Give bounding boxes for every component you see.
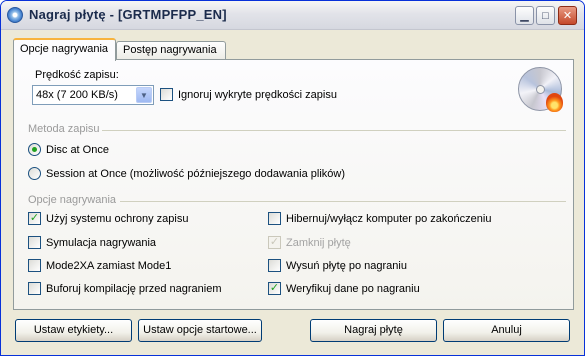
close-button[interactable]: ✕ xyxy=(558,6,577,25)
write-speed-label: Prędkość zapisu: xyxy=(35,69,119,81)
mode2xa-label[interactable]: Mode2XA zamiast Mode1 xyxy=(46,260,171,272)
write-speed-value: 48x (7 200 KB/s) xyxy=(36,89,118,101)
simulation-label[interactable]: Symulacja nagrywania xyxy=(46,237,156,249)
set-labels-button[interactable]: Ustaw etykiety... xyxy=(15,319,132,342)
eject-disc-label[interactable]: Wysuń płytę po nagraniu xyxy=(286,260,407,272)
close-disc-label: Zamknij płytę xyxy=(286,237,351,249)
burn-disc-button[interactable]: Nagraj płytę xyxy=(310,319,437,342)
close-icon: ✕ xyxy=(562,10,573,22)
disc-burn-icon xyxy=(7,7,23,23)
verify-data-checkbox[interactable]: ✓ xyxy=(268,282,281,295)
ignore-speeds-label[interactable]: Ignoruj wykryte prędkości zapisu xyxy=(178,89,337,101)
write-speed-select[interactable]: 48x (7 200 KB/s) ▼ xyxy=(32,85,154,105)
close-disc-checkbox: ✓ xyxy=(268,236,281,249)
chevron-down-icon[interactable]: ▼ xyxy=(136,87,152,103)
tab-burn-options[interactable]: Opcje nagrywania xyxy=(13,38,116,61)
tab-burn-progress[interactable]: Postęp nagrywania xyxy=(116,41,226,60)
disc-at-once-radio[interactable] xyxy=(28,143,41,156)
buffer-compilation-label[interactable]: Buforuj kompilację przed nagraniem xyxy=(46,283,221,295)
hibernate-checkbox[interactable] xyxy=(268,212,281,225)
ignore-speeds-checkbox[interactable] xyxy=(160,88,173,101)
cancel-button[interactable]: Anuluj xyxy=(443,319,570,342)
buffer-compilation-checkbox[interactable] xyxy=(28,282,41,295)
write-protection-label[interactable]: Użyj systemu ochrony zapisu xyxy=(46,213,188,225)
session-at-once-label[interactable]: Session at Once (możliwość późniejszego … xyxy=(46,168,345,180)
title-bar[interactable]: Nagraj płytę - [GRTMPFPP_EN] ▁ □ ✕ xyxy=(1,1,584,30)
burn-options-group-label: Opcje nagrywania xyxy=(28,194,117,206)
mode2xa-checkbox[interactable] xyxy=(28,259,41,272)
session-at-once-radio[interactable] xyxy=(28,167,41,180)
hibernate-label[interactable]: Hibernuj/wyłącz komputer po zakończeniu xyxy=(286,213,491,225)
disc-hole xyxy=(536,85,545,94)
cd-flame-icon xyxy=(518,67,563,112)
write-method-divider xyxy=(102,130,566,131)
write-method-group-label: Metoda zapisu xyxy=(28,123,100,135)
minimize-icon: ▁ xyxy=(520,10,529,22)
minimize-button[interactable]: ▁ xyxy=(515,6,534,25)
verify-data-label[interactable]: Weryfikuj dane po nagraniu xyxy=(286,283,420,295)
window-title: Nagraj płytę - [GRTMPFPP_EN] xyxy=(29,7,227,22)
burn-options-divider xyxy=(120,201,566,202)
eject-disc-checkbox[interactable] xyxy=(268,259,281,272)
disc-at-once-label[interactable]: Disc at Once xyxy=(46,144,109,156)
simulation-checkbox[interactable] xyxy=(28,236,41,249)
burn-disc-dialog: Nagraj płytę - [GRTMPFPP_EN] ▁ □ ✕ Opcje… xyxy=(0,0,585,356)
maximize-icon: □ xyxy=(542,9,549,22)
flame-icon xyxy=(546,93,563,112)
maximize-button[interactable]: □ xyxy=(536,6,555,25)
write-protection-checkbox[interactable]: ✓ xyxy=(28,212,41,225)
startup-options-button[interactable]: Ustaw opcje startowe... xyxy=(138,319,262,342)
burn-options-panel: Prędkość zapisu: 48x (7 200 KB/s) ▼ Igno… xyxy=(13,59,574,310)
